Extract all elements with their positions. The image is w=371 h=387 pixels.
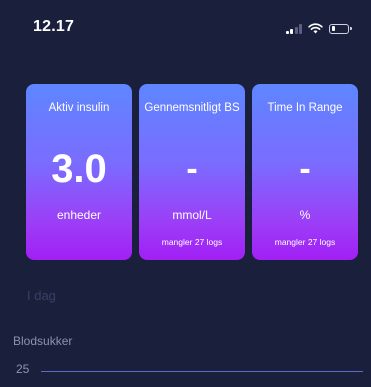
- status-time: 12.17: [33, 18, 75, 35]
- card-note: mangler 27 logs: [161, 237, 223, 247]
- card-active-insulin[interactable]: Aktiv insulin 3.0 enheder: [26, 84, 132, 260]
- card-value: -: [186, 150, 198, 188]
- chart-grid-line: [41, 371, 363, 372]
- card-title: Aktiv insulin: [48, 102, 110, 114]
- card-value: 3.0: [51, 147, 107, 191]
- status-icons: [285, 23, 352, 34]
- card-unit: enheder: [56, 208, 102, 222]
- card-unit: %: [299, 208, 311, 222]
- card-title: Gennemsnitligt BS: [144, 102, 240, 114]
- section-title-today: I dag: [27, 288, 56, 303]
- card-value: -: [299, 150, 311, 188]
- card-unit: mmol/L: [172, 208, 212, 222]
- card-average-bs[interactable]: Gennemsnitligt BS - mmol/L mangler 27 lo…: [139, 84, 245, 260]
- card-note: mangler 27 logs: [274, 237, 336, 247]
- card-time-in-range[interactable]: Time In Range - % mangler 27 logs: [252, 84, 358, 260]
- section-title-blood-sugar: Blodsukker: [13, 334, 73, 348]
- chart-y-tick-label: 25: [16, 362, 30, 376]
- signal-icon: [285, 23, 302, 34]
- status-bar: 12.17: [0, 0, 371, 44]
- battery-icon: [329, 23, 352, 34]
- card-title: Time In Range: [267, 102, 343, 114]
- wifi-icon: [308, 23, 323, 34]
